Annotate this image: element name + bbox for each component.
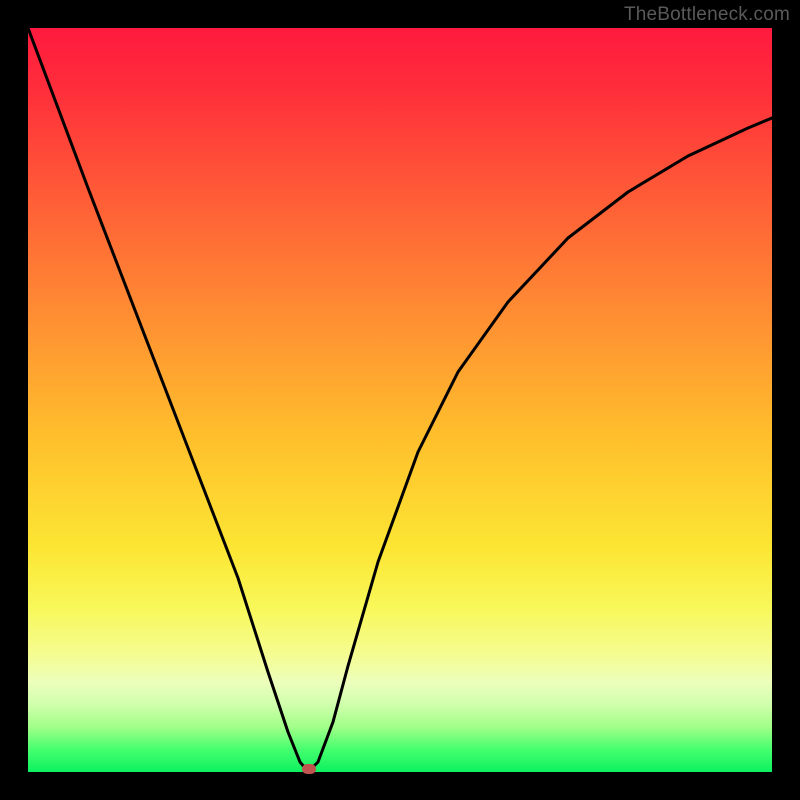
optimal-point-marker xyxy=(302,764,316,774)
chart-frame: TheBottleneck.com xyxy=(0,0,800,800)
watermark-text: TheBottleneck.com xyxy=(624,4,790,26)
chart-plot-area xyxy=(28,28,772,772)
bottleneck-curve xyxy=(28,28,772,772)
